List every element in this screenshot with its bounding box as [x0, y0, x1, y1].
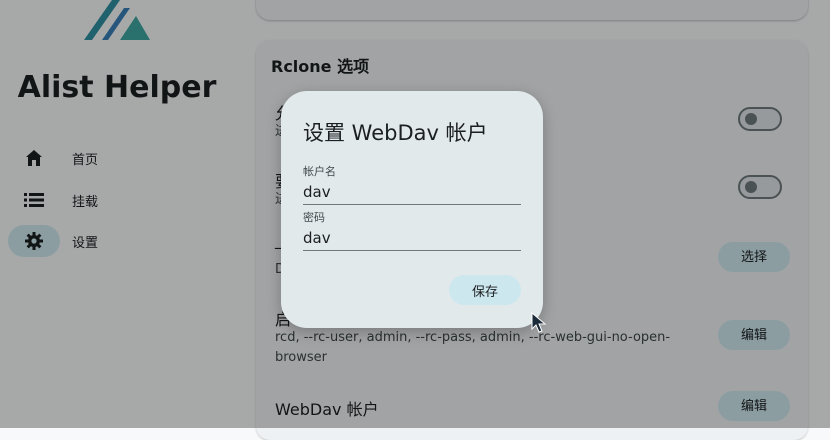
- save-button[interactable]: 保存: [449, 275, 521, 305]
- mouse-cursor-icon: [531, 312, 547, 333]
- username-label: 帐户名: [303, 165, 336, 178]
- username-field[interactable]: [303, 180, 521, 205]
- password-label: 密码: [303, 211, 325, 224]
- dialog-title: 设置 WebDav 帐户: [303, 121, 488, 145]
- webdav-account-dialog: 设置 WebDav 帐户 帐户名 密码 保存: [281, 91, 543, 328]
- password-field[interactable]: [303, 226, 521, 251]
